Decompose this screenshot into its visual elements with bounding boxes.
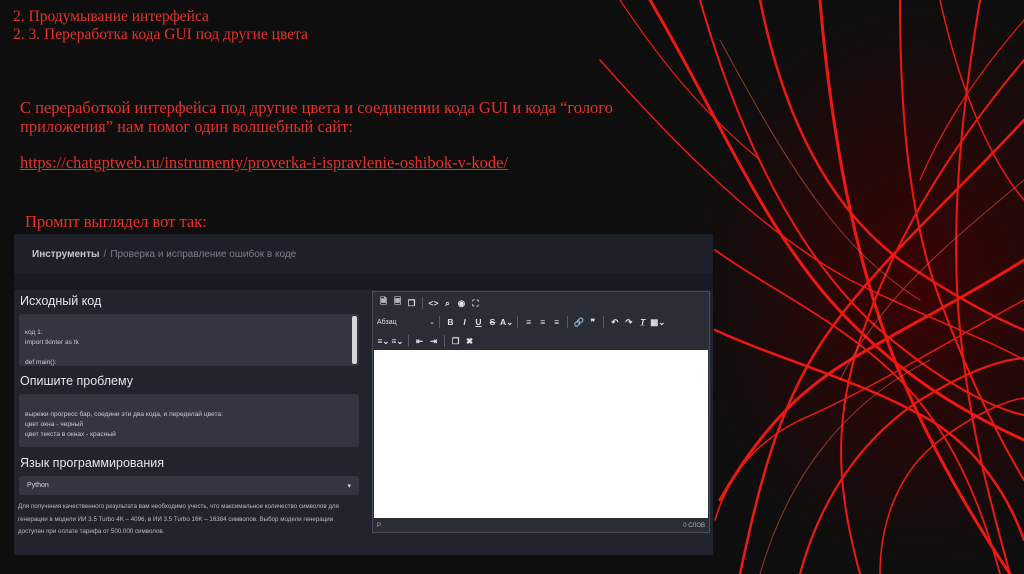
prompt-caption: Промпт выглядел вот так: bbox=[25, 212, 207, 231]
fullscreen-icon[interactable]: ⛶ bbox=[469, 295, 482, 311]
source-code-icon[interactable]: <> bbox=[427, 295, 440, 311]
language-selected-value: Python bbox=[27, 482, 49, 489]
toolbar-divider bbox=[603, 316, 605, 328]
breadcrumb: Инструменты / Проверка и исправление оши… bbox=[14, 234, 713, 274]
source-code-scrollbar[interactable] bbox=[352, 316, 357, 364]
toolbar-divider bbox=[422, 297, 423, 309]
rich-text-editor: 🗎 🗏 ❐ <> ⌕ ◉ ⛶ Абзац ⌄ B I U S A⌄ ≡ ≡ ≡ bbox=[372, 291, 710, 533]
source-code-value: код 1: import tkinter as tk def main(): … bbox=[25, 329, 79, 366]
breadcrumb-root[interactable]: Инструменты bbox=[32, 249, 100, 260]
preview-eye-icon[interactable]: ◉ bbox=[455, 295, 468, 311]
copy-document-icon[interactable]: ❐ bbox=[405, 295, 418, 311]
outdent-icon[interactable]: ⇤ bbox=[413, 333, 426, 349]
align-center-icon[interactable]: ≡ bbox=[536, 314, 549, 330]
editor-toolbar-row-2: Абзац ⌄ B I U S A⌄ ≡ ≡ ≡ 🔗 ❞ ↶ ↷ T̲ ▦⌄ bbox=[373, 313, 665, 331]
copy-icon[interactable]: ❐ bbox=[449, 333, 462, 349]
source-code-input[interactable]: код 1: import tkinter as tk def main(): … bbox=[19, 314, 359, 366]
bold-icon[interactable]: B bbox=[444, 314, 457, 330]
redo-icon[interactable]: ↷ bbox=[622, 314, 635, 330]
new-document-icon[interactable]: 🗎 bbox=[377, 295, 390, 311]
italic-icon[interactable]: I bbox=[458, 314, 471, 330]
indent-icon[interactable]: ⇥ bbox=[427, 333, 440, 349]
clear-format-icon[interactable]: T̲ bbox=[636, 314, 649, 330]
template-icon[interactable]: 🗏 bbox=[391, 295, 404, 311]
toolbar-divider bbox=[567, 316, 569, 328]
problem-value: вырежи прогресс бар, соедини эти два код… bbox=[25, 411, 223, 438]
text-color-icon[interactable]: A⌄ bbox=[500, 314, 513, 330]
cut-icon[interactable]: ✖ bbox=[463, 333, 476, 349]
slide-intro-text: С переработкой интерфейса под другие цве… bbox=[20, 98, 613, 136]
align-left-icon[interactable]: ≡ bbox=[522, 314, 535, 330]
slide-title-line2: 2. 3. Переработка кода GUI под другие цв… bbox=[13, 25, 308, 43]
toolbar-divider bbox=[439, 316, 440, 328]
chevron-down-icon: ⌄ bbox=[429, 319, 435, 326]
breadcrumb-separator: / bbox=[103, 248, 107, 260]
editor-content-area[interactable] bbox=[374, 350, 708, 518]
blockquote-icon[interactable]: ❞ bbox=[586, 314, 599, 330]
editor-toolbar-row-1: 🗎 🗏 ❐ <> ⌕ ◉ ⛶ bbox=[373, 294, 482, 312]
source-code-label: Исходный код bbox=[20, 294, 102, 308]
header-band bbox=[14, 274, 713, 290]
paragraph-format-value: Абзац bbox=[377, 318, 397, 326]
breadcrumb-current: Проверка и исправление ошибок в коде bbox=[110, 248, 297, 260]
problem-label: Опишите проблему bbox=[20, 374, 133, 388]
bullet-list-icon[interactable]: ≡⌄ bbox=[377, 333, 390, 349]
numbered-list-icon[interactable]: ≡⌄ bbox=[391, 333, 404, 349]
word-count: 0 СЛОВ bbox=[683, 522, 705, 529]
language-label: Язык программирования bbox=[20, 456, 165, 470]
search-icon[interactable]: ⌕ bbox=[441, 295, 454, 311]
editor-toolbar-row-3: ≡⌄ ≡⌄ ⇤ ⇥ ❐ ✖ bbox=[373, 332, 476, 350]
generation-notice: Для получения качественного результата в… bbox=[18, 503, 339, 535]
toolbar-divider bbox=[444, 335, 445, 347]
slide-title: 2. Продумывание интерфейса 2. 3. Перераб… bbox=[13, 8, 343, 43]
table-icon[interactable]: ▦⌄ bbox=[650, 314, 665, 330]
paragraph-format-select[interactable]: Абзац ⌄ bbox=[377, 314, 435, 330]
strikethrough-icon[interactable]: S bbox=[486, 314, 499, 330]
problem-input[interactable]: вырежи прогресс бар, соедини эти два код… bbox=[19, 394, 359, 447]
toolbar-divider bbox=[517, 316, 519, 328]
language-select[interactable]: Python ▾ bbox=[19, 476, 359, 495]
element-path: P bbox=[377, 522, 382, 529]
editor-status-bar: P 0 СЛОВ bbox=[373, 519, 709, 532]
underline-icon[interactable]: U bbox=[472, 314, 485, 330]
undo-icon[interactable]: ↶ bbox=[608, 314, 621, 330]
slide-title-line1: 2. Продумывание интерфейса bbox=[13, 8, 209, 25]
chevron-down-icon: ▾ bbox=[347, 482, 351, 490]
embedded-app-screenshot: Инструменты / Проверка и исправление оши… bbox=[14, 234, 713, 555]
chatgptweb-link[interactable]: https://chatgptweb.ru/instrumenty/prover… bbox=[20, 153, 580, 172]
align-right-icon[interactable]: ≡ bbox=[550, 314, 563, 330]
toolbar-divider bbox=[408, 335, 409, 347]
link-icon[interactable]: 🔗 bbox=[572, 314, 585, 330]
